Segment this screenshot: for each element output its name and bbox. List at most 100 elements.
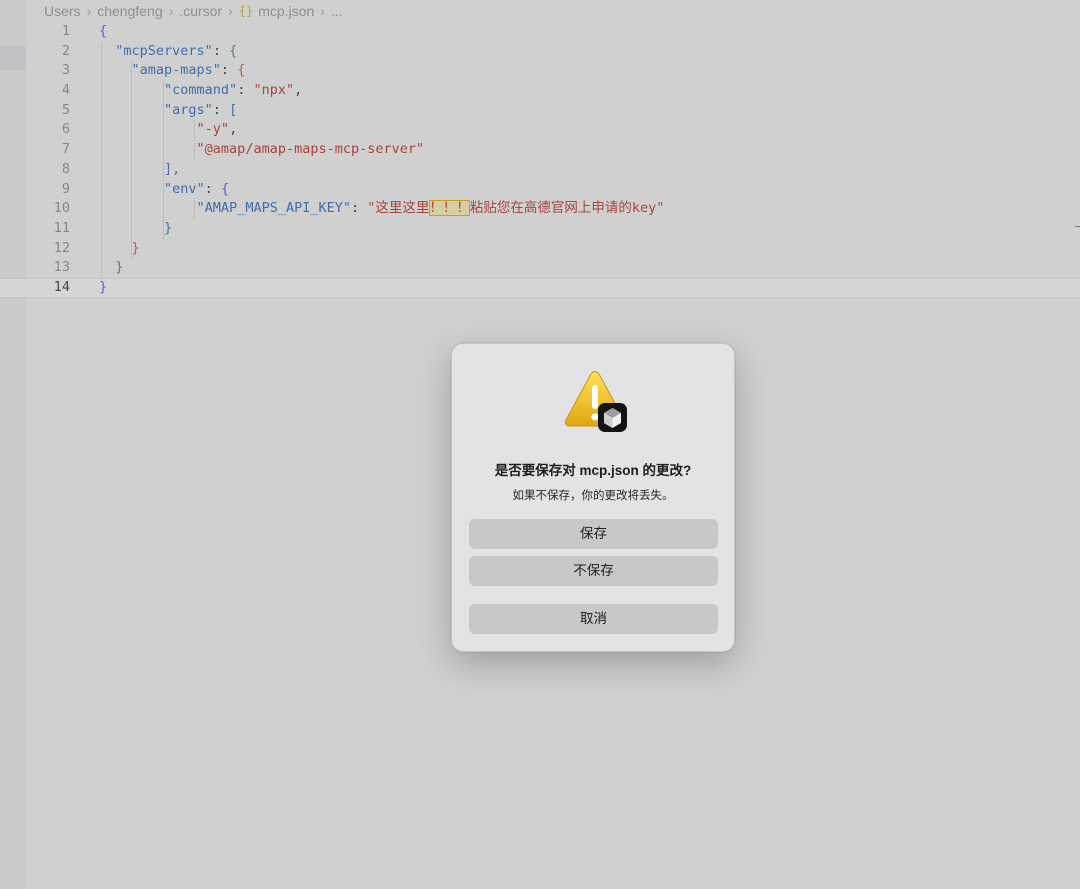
line-number: 9 [61,180,70,197]
scrollbar-marker [1075,226,1080,227]
save-changes-dialog: 是否要保存对 mcp.json 的更改? 如果不保存，你的更改将丢失。 保存 不… [451,343,735,652]
code-token: , [294,82,303,99]
code-token: "command" [164,82,238,99]
code-token: "mcpServers" [115,42,213,59]
code-token: "args" [164,101,213,118]
code-token: "AMAP_MAPS_API_KEY" [196,200,351,217]
breadcrumb-item-chengfeng[interactable]: chengfeng [97,2,162,20]
line-number: 13 [53,259,70,276]
save-button[interactable]: 保存 [469,519,718,549]
code-token: "npx" [253,82,295,99]
code-text: "amap-maps": { [99,61,246,81]
chevron-right-icon: › [86,3,92,19]
code-token: : [212,101,230,118]
code-text: "AMAP_MAPS_API_KEY": "这里这里！！！粘贴您在高德官网上申请… [99,199,664,219]
breadcrumb-item-file[interactable]: mcp.json [258,2,314,20]
code-line[interactable]: 8 ], [0,159,1080,180]
cancel-button[interactable]: 取消 [469,604,718,634]
line-number: 4 [61,82,70,99]
code-token: ！！！ [429,200,470,217]
code-token: : [204,180,221,197]
line-number: 8 [61,160,70,177]
dont-save-button[interactable]: 不保存 [469,556,718,586]
code-token: 粘贴您在高德官网上申请的key" [469,200,665,217]
code-line[interactable]: 4 "command": "npx", [0,81,1080,101]
code-token: { [229,42,238,59]
code-line[interactable]: 6 "-y", [0,120,1080,141]
line-number: 1 [61,23,70,39]
breadcrumb-item-users[interactable]: Users [44,2,81,20]
code-text: "mcpServers": { [99,42,237,62]
breadcrumb-item-cursor[interactable]: .cursor [179,2,222,20]
line-number: 6 [61,121,70,138]
code-line[interactable]: 11 } [0,218,1080,239]
code-token: "amap-maps" [131,62,221,79]
code-editor[interactable]: 1{2 "mcpServers": {3 "amap-maps": {4 "co… [0,22,1080,298]
line-number: 14 [53,278,70,295]
code-token: } [99,278,108,295]
code-token: "-y" [196,121,230,138]
line-number: 11 [53,219,70,236]
line-number: 5 [61,101,70,118]
code-line[interactable]: 5 "args": [ [0,100,1080,121]
code-token: } [115,259,124,276]
code-token: : [220,62,238,79]
code-text: ], [99,160,180,180]
code-line[interactable]: 7 "@amap/amap-maps-mcp-server" [0,140,1080,160]
chevron-right-icon: › [168,3,174,19]
breadcrumb: Users › chengfeng › .cursor › {} mcp.jso… [44,2,343,20]
code-token: { [220,180,230,197]
code-line[interactable]: 9 "env": { [0,179,1080,200]
line-number: 3 [61,62,70,79]
code-token: } [164,219,173,236]
code-text: "command": "npx", [99,81,302,101]
code-line[interactable]: 1{ [0,22,1080,42]
code-token: } [131,239,140,256]
dialog-message: 如果不保存，你的更改将丢失。 [512,490,674,502]
code-text: } [99,219,172,239]
code-text: "-y", [99,120,238,140]
code-line[interactable]: 13 } [0,258,1080,278]
code-token: ], [164,160,181,177]
code-text: } [99,239,140,259]
line-number: 2 [61,42,70,59]
chevron-right-icon: › [320,3,325,19]
dialog-title: 是否要保存对 mcp.json 的更改? [494,463,692,478]
code-line[interactable]: 14} [0,277,1080,298]
code-text: "env": { [99,180,229,200]
code-token: { [99,23,108,39]
code-line[interactable]: 10 "AMAP_MAPS_API_KEY": "这里这里！！！粘贴您在高德官网… [0,199,1080,219]
json-file-icon: {} [238,4,254,18]
code-token: : [212,42,230,59]
code-token: "@amap/amap-maps-mcp-server" [196,141,425,158]
code-line[interactable]: 2 "mcpServers": { [0,41,1080,62]
code-token: : [350,200,368,217]
code-text: } [99,258,123,278]
chevron-right-icon: › [228,3,233,19]
code-text: "args": [ [99,101,237,121]
line-number: 12 [53,239,70,256]
code-line[interactable]: 12 } [0,238,1080,259]
line-number: 7 [61,141,70,158]
code-token: : [237,82,254,99]
code-token: "env" [164,180,205,197]
code-token: [ [229,101,238,118]
code-text: "@amap/amap-maps-mcp-server" [99,140,425,160]
cursor-app-icon [598,403,627,432]
breadcrumb-item-more[interactable]: ... [331,2,343,20]
code-line[interactable]: 3 "amap-maps": { [0,61,1080,82]
warning-icon [565,371,627,432]
line-number: 10 [53,200,70,217]
code-token: "这里这里 [367,200,430,217]
